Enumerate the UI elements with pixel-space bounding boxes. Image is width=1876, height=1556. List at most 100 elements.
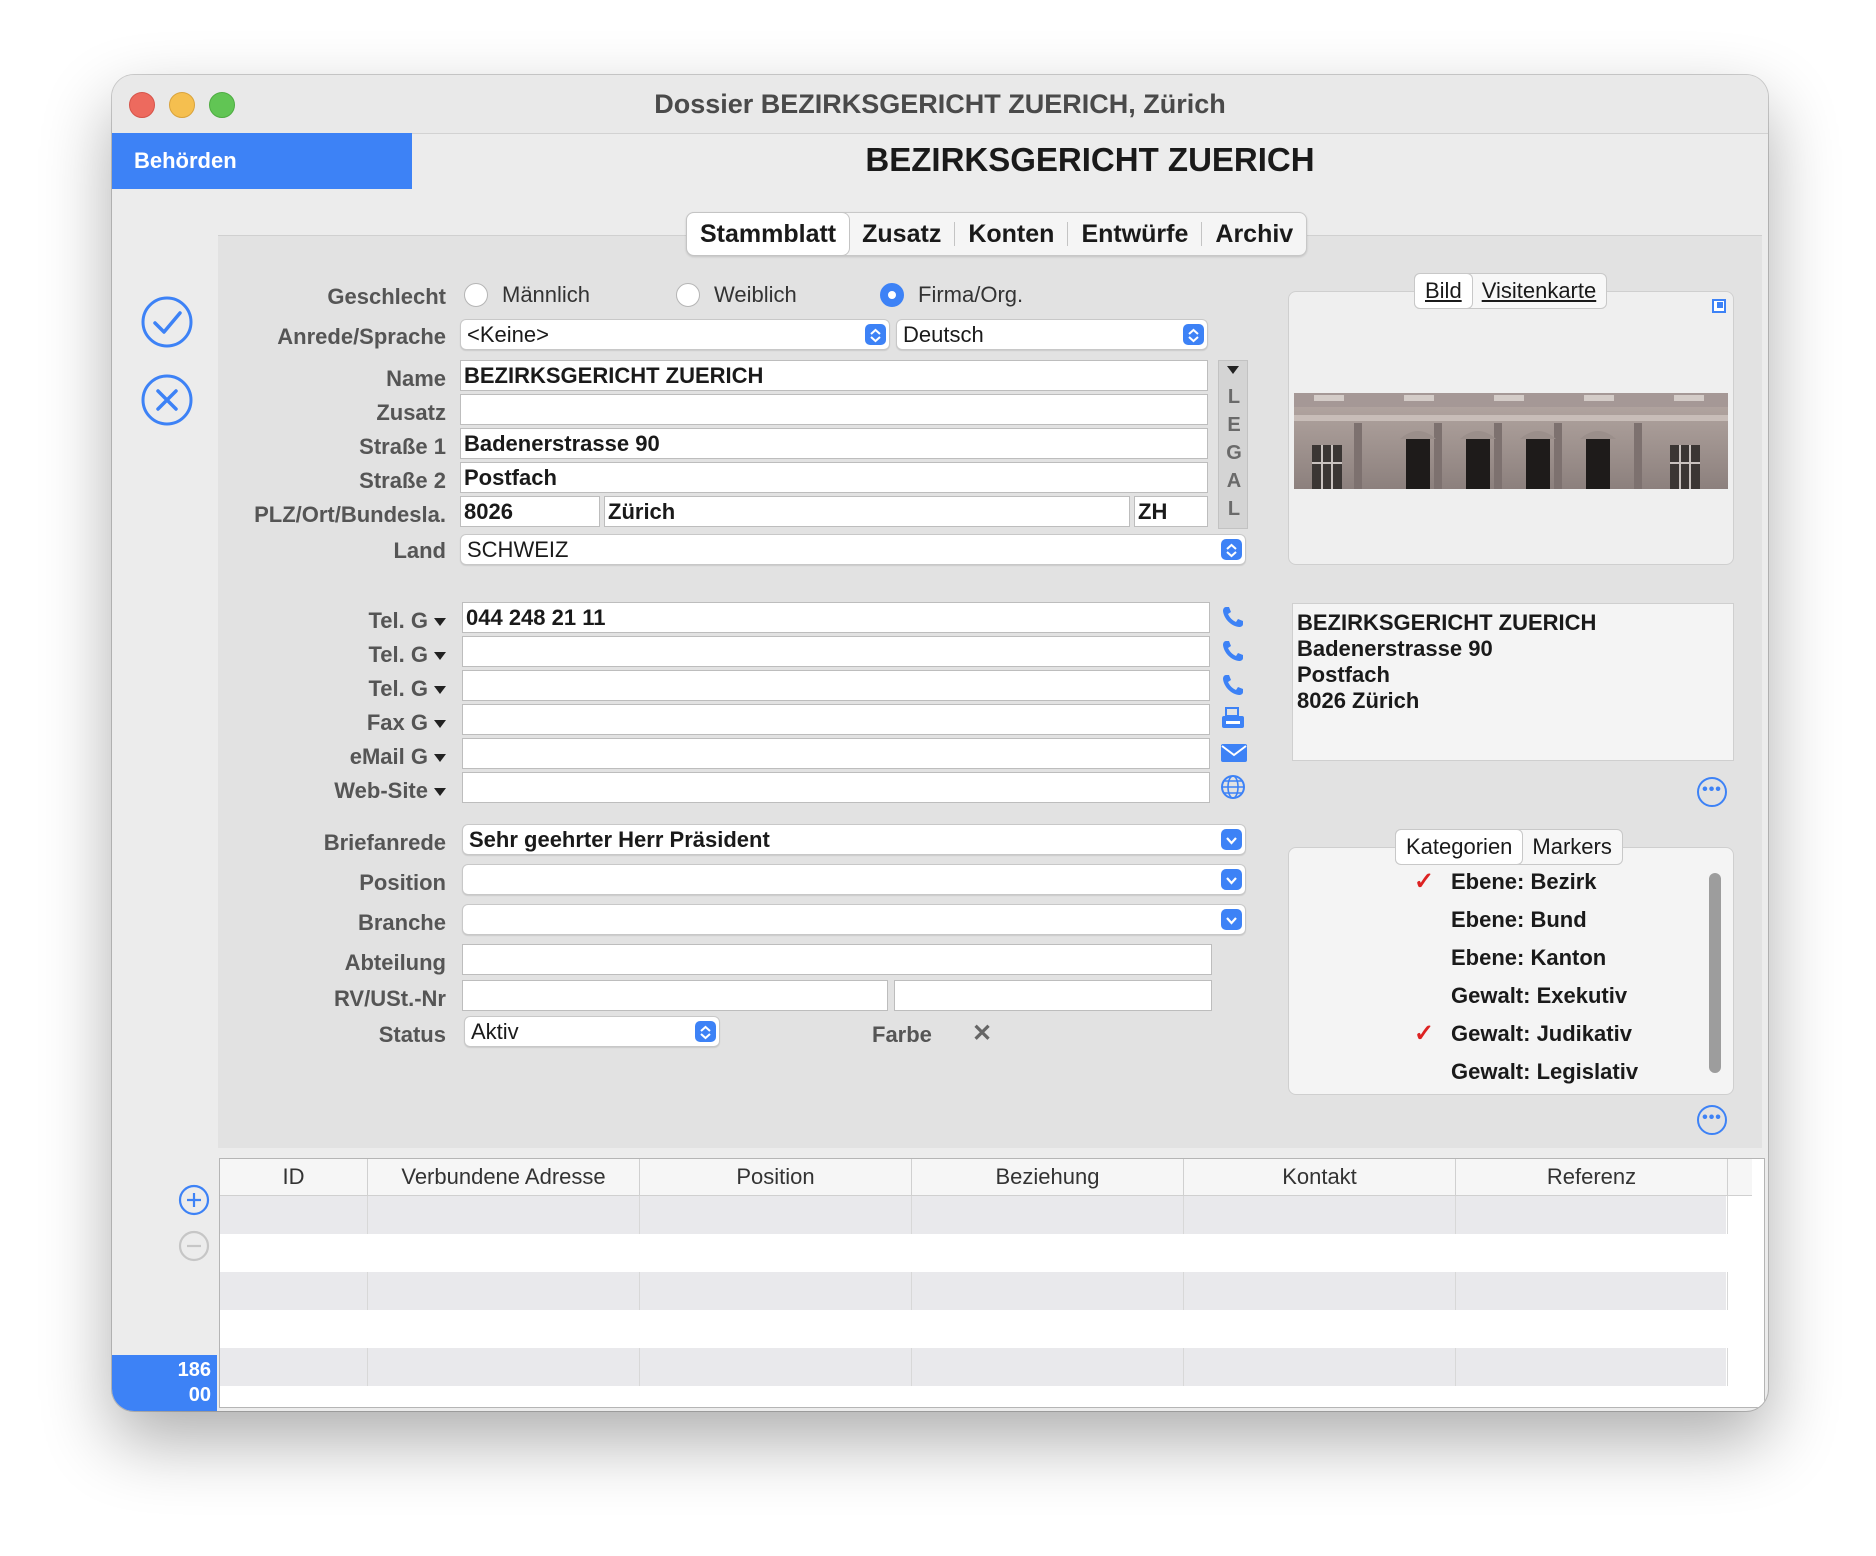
table-row[interactable] [220, 1234, 1726, 1272]
mail-icon[interactable] [1220, 740, 1248, 766]
briefanrede-select[interactable]: Sehr geehrter Herr Präsident [462, 824, 1246, 855]
cancel-x-icon[interactable] [140, 373, 194, 427]
dropdown-arrow-icon [434, 788, 446, 797]
ort-field[interactable]: Zürich [604, 496, 1130, 527]
farbe-clear-icon[interactable]: ✕ [972, 1019, 992, 1048]
comm-type-email[interactable]: eMail G [252, 744, 446, 770]
comm-type-tel-3[interactable]: Tel. G [252, 676, 446, 702]
module-label[interactable]: Behörden [112, 133, 412, 189]
tab-entwuerfe[interactable]: Entwürfe [1068, 213, 1201, 255]
column-header-referenz[interactable]: Referenz [1456, 1159, 1728, 1195]
add-row-icon[interactable] [177, 1183, 211, 1217]
position-label: Position [359, 870, 446, 895]
tab-stammblatt[interactable]: Stammblatt [687, 213, 850, 255]
category-item[interactable]: Ebene: Bund [1451, 907, 1587, 933]
legal-form-button[interactable]: L E G A L [1218, 360, 1248, 529]
comm-label: Tel. G [368, 642, 429, 667]
name-field[interactable]: BEZIRKSGERICHT ZUERICH [460, 360, 1208, 391]
zusatz-label: Zusatz [376, 400, 446, 425]
position-select[interactable] [462, 864, 1246, 895]
updown-icon [1183, 324, 1204, 345]
email-field[interactable] [462, 738, 1210, 769]
column-header-position[interactable]: Position [640, 1159, 912, 1195]
category-item[interactable]: Gewalt: Legislativ [1451, 1059, 1638, 1085]
category-item[interactable]: Gewalt: Judikativ [1451, 1021, 1632, 1047]
address-line: Badenerstrasse 90 [1297, 636, 1493, 661]
plz-field[interactable]: 8026 [460, 496, 600, 527]
zusatz-field[interactable] [460, 394, 1208, 425]
table-header: ID Verbundene Adresse Position Beziehung… [220, 1159, 1752, 1196]
legal-letter: E [1227, 414, 1241, 436]
abteilung-field[interactable] [462, 944, 1212, 975]
tab-bild[interactable]: Bild [1415, 274, 1472, 308]
comm-type-fax[interactable]: Fax G [252, 710, 446, 736]
updown-icon [865, 324, 886, 345]
radio-weiblich[interactable] [676, 283, 700, 307]
window-title: Dossier BEZIRKSGERICHT ZUERICH, Zürich [654, 89, 1226, 119]
table-row[interactable] [220, 1272, 1728, 1310]
table-row[interactable] [220, 1310, 1726, 1348]
fax-field[interactable] [462, 704, 1210, 735]
address-line: BEZIRKSGERICHT ZUERICH [1297, 610, 1597, 635]
comm-type-tel-2[interactable]: Tel. G [252, 642, 446, 668]
categories-scrollbar[interactable] [1709, 873, 1721, 1073]
status-select[interactable]: Aktiv [464, 1016, 720, 1047]
sprache-select[interactable]: Deutsch [896, 319, 1208, 350]
category-item[interactable]: Ebene: Kanton [1451, 945, 1606, 971]
building-photo [1294, 393, 1728, 489]
strasse1-field[interactable]: Badenerstrasse 90 [460, 428, 1208, 459]
categories-list: ✓ Ebene: Bezirk Ebene: Bund Ebene: Kanto… [1288, 847, 1734, 1095]
legal-letter: L [1227, 386, 1241, 408]
categories-more-button[interactable]: ••• [1697, 1105, 1727, 1135]
briefanrede-value: Sehr geehrter Herr Präsident [469, 827, 770, 852]
address-more-button[interactable]: ••• [1697, 777, 1727, 807]
rvust-field-2[interactable] [894, 980, 1212, 1011]
column-header-verbundene-adresse[interactable]: Verbundene Adresse [368, 1159, 640, 1195]
comm-label: Tel. G [368, 608, 429, 633]
tel-field-2[interactable] [462, 636, 1210, 667]
column-header-beziehung[interactable]: Beziehung [912, 1159, 1184, 1195]
fax-icon[interactable] [1220, 706, 1246, 732]
rvust-label: RV/USt.-Nr [333, 986, 446, 1011]
geschlecht-label: Geschlecht [327, 284, 446, 309]
comm-type-tel-1[interactable]: Tel. G [252, 608, 446, 634]
globe-icon[interactable] [1220, 774, 1246, 800]
comm-label: Web-Site [334, 778, 428, 803]
website-field[interactable] [462, 772, 1210, 803]
phone-icon[interactable] [1220, 672, 1246, 698]
address-line: Postfach [1297, 662, 1390, 687]
chevron-down-icon [1221, 909, 1242, 930]
branche-select[interactable] [462, 904, 1246, 935]
checkmark-icon: ✓ [1414, 868, 1435, 895]
dropdown-arrow-icon [434, 618, 446, 627]
tel-field-3[interactable] [462, 670, 1210, 701]
comm-label: Fax G [366, 710, 428, 735]
remove-row-icon[interactable] [177, 1229, 211, 1263]
kanton-field[interactable]: ZH [1134, 496, 1208, 527]
rvust-field-1[interactable] [462, 980, 888, 1011]
tab-visitenkarte[interactable]: Visitenkarte [1472, 274, 1607, 308]
abteilung-label: Abteilung [344, 950, 446, 975]
category-item[interactable]: Gewalt: Exekutiv [1451, 983, 1627, 1009]
anrede-select[interactable]: <Keine> [460, 319, 890, 350]
record-title: BEZIRKSGERICHT ZUERICH [865, 141, 1315, 178]
strasse2-field[interactable]: Postfach [460, 462, 1208, 493]
table-row[interactable] [220, 1348, 1728, 1386]
radio-maennlich[interactable] [464, 283, 488, 307]
tab-archiv[interactable]: Archiv [1202, 213, 1306, 255]
expand-image-icon[interactable] [1712, 299, 1726, 313]
tab-zusatz[interactable]: Zusatz [849, 213, 954, 255]
table-row[interactable] [220, 1196, 1728, 1234]
phone-icon[interactable] [1220, 638, 1246, 664]
tab-konten[interactable]: Konten [955, 213, 1067, 255]
comm-type-website[interactable]: Web-Site [252, 778, 446, 804]
column-header-id[interactable]: ID [220, 1159, 368, 1195]
phone-icon[interactable] [1220, 604, 1246, 630]
column-header-kontakt[interactable]: Kontakt [1184, 1159, 1456, 1195]
tel-field-1[interactable]: 044 248 21 11 [462, 602, 1210, 633]
radio-firma[interactable] [880, 283, 904, 307]
land-select[interactable]: SCHWEIZ [460, 534, 1246, 565]
farbe-label: Farbe [872, 1022, 932, 1047]
category-item[interactable]: Ebene: Bezirk [1451, 869, 1597, 895]
confirm-check-icon[interactable] [140, 295, 194, 349]
